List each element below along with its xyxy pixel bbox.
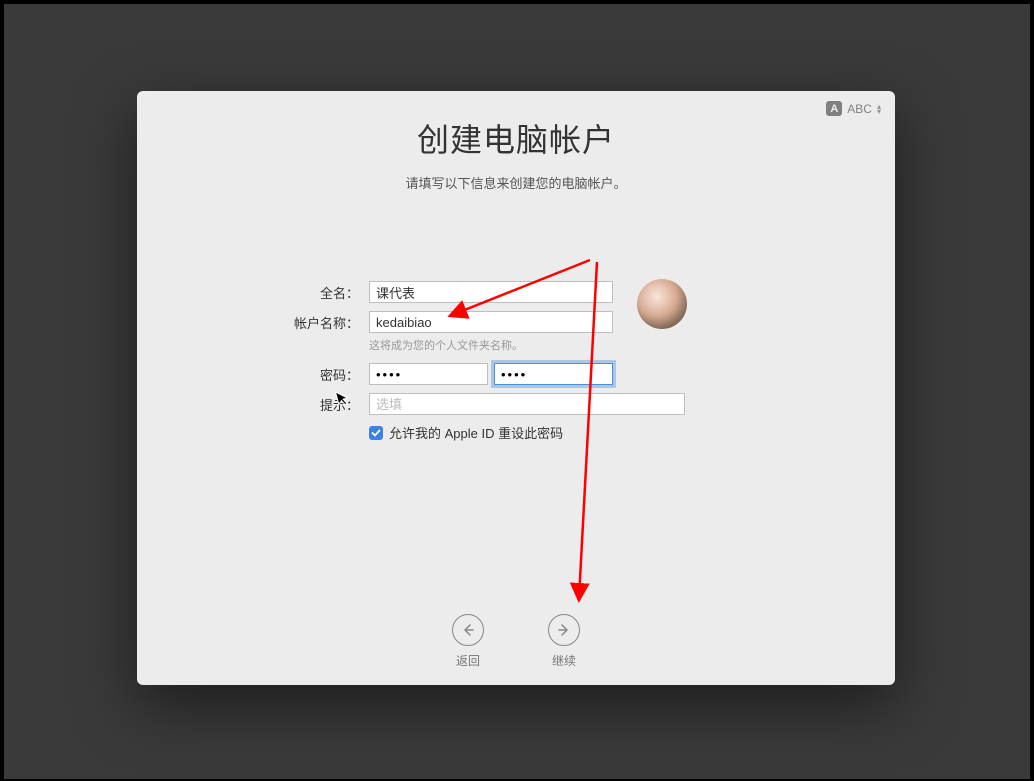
arrow-left-icon (460, 622, 476, 638)
accountname-label: 帐户名称： (137, 313, 369, 332)
create-account-dialog: A ABC ▴▾ 创建电脑帐户 请填写以下信息来创建您的电脑帐户。 全名： 帐户… (137, 91, 895, 685)
accountname-input[interactable] (369, 311, 613, 333)
back-button[interactable]: 返回 (452, 614, 484, 669)
chevron-updown-icon: ▴▾ (877, 104, 881, 114)
page-title: 创建电脑帐户 (137, 115, 895, 161)
input-method-badge: A (826, 101, 842, 116)
password-label: 密码： (137, 365, 369, 384)
fullname-label: 全名： (137, 283, 369, 302)
page-subtitle: 请填写以下信息来创建您的电脑帐户。 (137, 173, 895, 192)
appleid-reset-checkbox[interactable] (369, 426, 383, 440)
continue-button[interactable]: 继续 (548, 614, 580, 669)
password-confirm-input[interactable] (494, 363, 613, 385)
appleid-reset-label: 允许我的 Apple ID 重设此密码 (389, 423, 563, 442)
password-input[interactable] (369, 363, 488, 385)
hint-input[interactable] (369, 393, 685, 415)
form-container: 全名： 帐户名称： 这将成为您的个人文件夹名称。 密码： 提示： (137, 281, 895, 442)
input-method-label: ABC (847, 102, 872, 116)
checkmark-icon (371, 428, 381, 438)
input-method-indicator[interactable]: A ABC ▴▾ (826, 101, 881, 116)
arrow-right-icon (556, 622, 572, 638)
hint-label: 提示： (137, 395, 369, 414)
fullname-input[interactable] (369, 281, 613, 303)
accountname-hint: 这将成为您的个人文件夹名称。 (369, 337, 895, 353)
continue-label: 继续 (552, 652, 576, 669)
back-label: 返回 (456, 652, 480, 669)
